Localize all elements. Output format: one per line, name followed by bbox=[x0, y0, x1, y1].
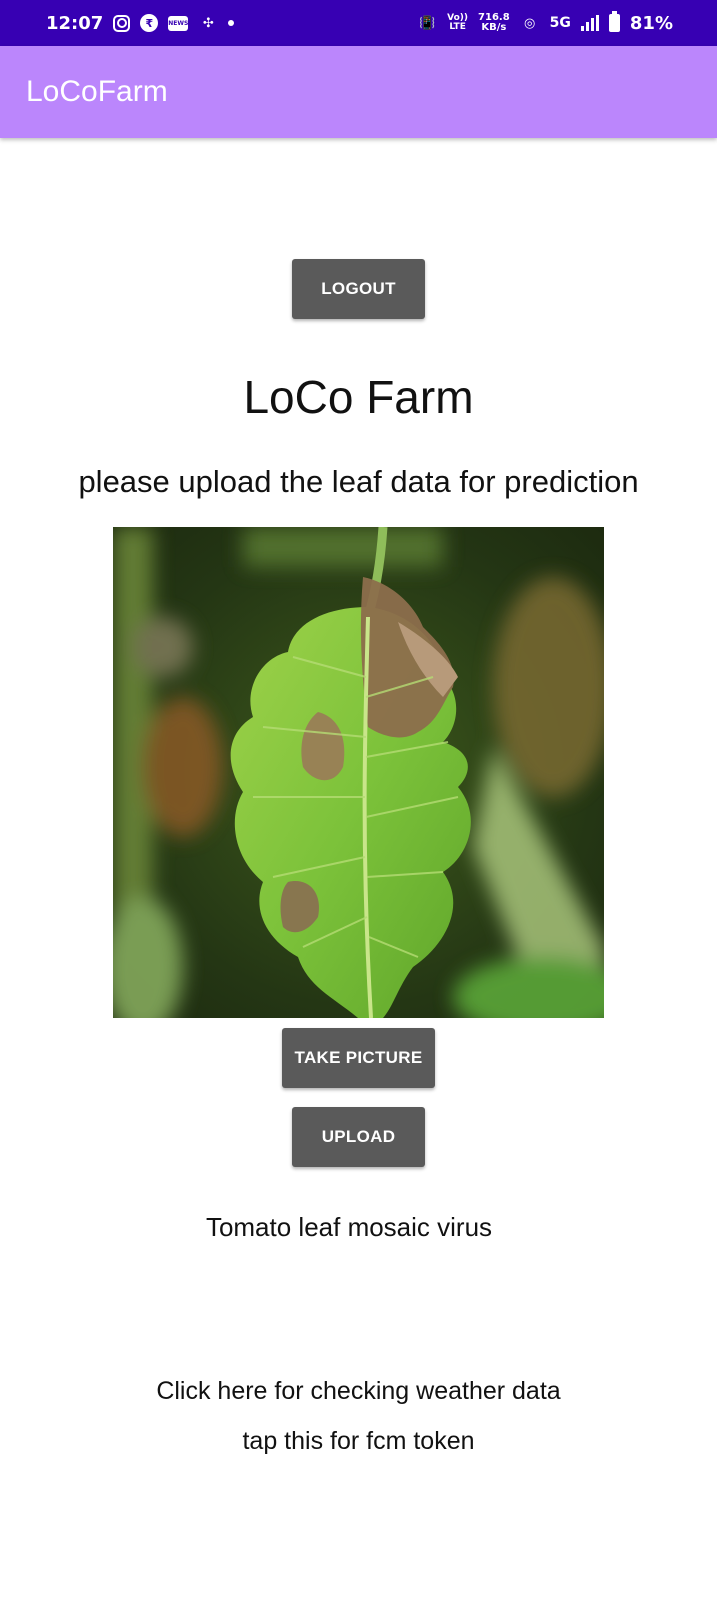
weather-data-link[interactable]: Click here for checking weather data bbox=[0, 1377, 717, 1406]
leaf-image bbox=[113, 527, 604, 1018]
news-icon: NEWS bbox=[168, 15, 188, 31]
prediction-result: Tomato leaf mosaic virus bbox=[205, 1212, 493, 1242]
five-g-label: 5G bbox=[549, 15, 571, 31]
volte-bottom: LTE bbox=[449, 22, 466, 32]
phonepe-icon: ₹ bbox=[140, 14, 159, 32]
status-right: 📳 Vo)) LTE 716.8 KB/s ◎ 5G 81% bbox=[417, 11, 673, 34]
network-speed: 716.8 KB/s bbox=[478, 13, 510, 33]
app-title: LoCoFarm bbox=[26, 75, 168, 108]
battery-icon bbox=[608, 11, 620, 32]
app-bar: LoCoFarm bbox=[0, 46, 717, 138]
upload-button[interactable]: UPLOAD bbox=[292, 1107, 425, 1167]
status-left: 12:07 ₹ NEWS ✣ bbox=[46, 12, 235, 34]
network-speed-unit: KB/s bbox=[481, 22, 507, 33]
volte-indicator: Vo)) LTE bbox=[447, 14, 468, 32]
fcm-token-link[interactable]: tap this for fcm token bbox=[0, 1427, 717, 1456]
upload-instructions: please upload the leaf data for predicti… bbox=[78, 464, 639, 499]
take-picture-button[interactable]: TAKE PICTURE bbox=[282, 1028, 435, 1088]
status-time: 12:07 bbox=[46, 12, 104, 34]
pinwheel-icon: ✣ bbox=[202, 15, 214, 31]
signal-icon bbox=[580, 15, 599, 31]
instagram-icon bbox=[113, 14, 131, 32]
page-title: LoCo Farm bbox=[243, 371, 474, 423]
hotspot-icon: ◎ bbox=[524, 15, 536, 31]
notification-dot-icon bbox=[228, 20, 235, 26]
vibrate-icon: 📳 bbox=[419, 15, 436, 31]
battery-percent: 81% bbox=[629, 12, 673, 34]
logout-button[interactable]: LOGOUT bbox=[292, 259, 425, 319]
status-bar: 12:07 ₹ NEWS ✣ 📳 Vo)) LTE 716.8 KB/s ◎ 5… bbox=[0, 0, 717, 46]
